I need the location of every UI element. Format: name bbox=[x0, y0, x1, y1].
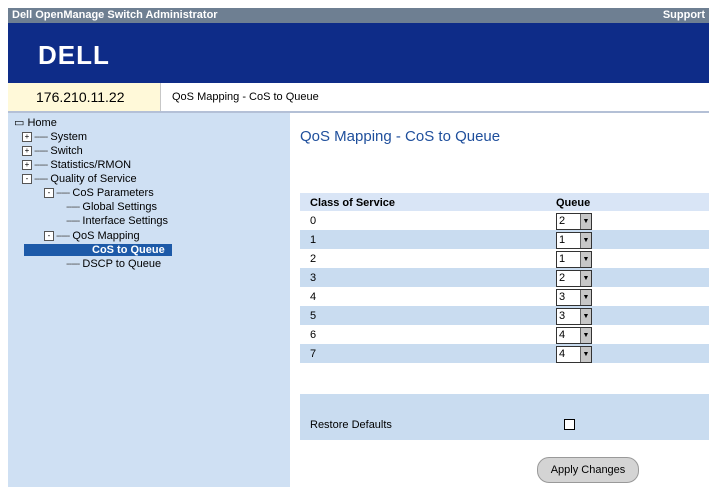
queue-value: 3 bbox=[559, 291, 566, 303]
main-content: QoS Mapping - CoS to Queue Class of Serv… bbox=[290, 113, 709, 487]
tree-label: Quality of Service bbox=[50, 173, 137, 185]
expand-icon[interactable]: + bbox=[22, 160, 32, 171]
queue-value: 3 bbox=[559, 310, 566, 322]
support-link[interactable]: Support bbox=[663, 8, 705, 23]
expand-icon[interactable]: + bbox=[22, 146, 32, 157]
address-bar: 176.210.11.22 QoS Mapping - CoS to Queue bbox=[8, 83, 709, 113]
queue-select[interactable]: 1 ▼ bbox=[556, 251, 592, 268]
queue-value: 1 bbox=[559, 253, 566, 265]
queue-select[interactable]: 2 ▼ bbox=[556, 270, 592, 287]
tree-label: Switch bbox=[50, 145, 83, 157]
queue-value: 4 bbox=[559, 329, 566, 341]
page-title: QoS Mapping - CoS to Queue bbox=[300, 128, 501, 145]
tree-item-qos-mapping[interactable]: - ----- QoS Mapping bbox=[44, 230, 140, 242]
tree-item-statistics-rmon[interactable]: + ----- Statistics/RMON bbox=[22, 159, 131, 171]
cos-value: 6 bbox=[310, 329, 317, 341]
restore-defaults-panel: Restore Defaults bbox=[300, 394, 709, 440]
tree-label: CoS to Queue bbox=[90, 244, 167, 256]
app-title: Dell OpenManage Switch Administrator bbox=[12, 9, 218, 21]
tree-item-cos-parameters[interactable]: - ----- CoS Parameters bbox=[44, 187, 154, 199]
queue-select[interactable]: 4 ▼ bbox=[556, 327, 592, 344]
apply-changes-button[interactable]: Apply Changes bbox=[537, 457, 639, 483]
table-row: 5 3 ▼ bbox=[300, 306, 709, 325]
dropdown-arrow-icon: ▼ bbox=[580, 214, 591, 229]
tree-label: QoS Mapping bbox=[72, 230, 140, 242]
device-ip: 176.210.11.22 bbox=[36, 89, 125, 105]
breadcrumb: QoS Mapping - CoS to Queue bbox=[172, 91, 319, 103]
queue-value: 4 bbox=[559, 348, 566, 360]
table-row: 6 4 ▼ bbox=[300, 325, 709, 344]
queue-value: 2 bbox=[559, 215, 566, 227]
queue-select[interactable]: 3 ▼ bbox=[556, 308, 592, 325]
device-ip-box: 176.210.11.22 bbox=[8, 83, 161, 111]
cos-value: 7 bbox=[310, 348, 317, 360]
table-row: 2 1 ▼ bbox=[300, 249, 709, 268]
title-bar: Dell OpenManage Switch Administrator Sup… bbox=[8, 8, 709, 23]
tree-item-dscp-to-queue[interactable]: ----- DSCP to Queue bbox=[66, 258, 161, 270]
table-row: 3 2 ▼ bbox=[300, 268, 709, 287]
tree-label: System bbox=[50, 131, 88, 143]
dell-logo: DELL bbox=[38, 40, 110, 70]
collapse-icon[interactable]: - bbox=[22, 174, 32, 185]
expand-icon[interactable]: + bbox=[22, 132, 32, 143]
tree-label: Statistics/RMON bbox=[50, 159, 132, 171]
brand-banner: DELL bbox=[8, 23, 709, 83]
navigation-tree: ▭ Home + ----- System + ----- Switch + ----… bbox=[8, 113, 290, 487]
column-header-queue: Queue bbox=[556, 197, 591, 209]
restore-defaults-label: Restore Defaults bbox=[310, 419, 392, 431]
cos-value: 4 bbox=[310, 291, 317, 303]
tree-label: CoS Parameters bbox=[72, 187, 154, 199]
table-row: 7 4 ▼ bbox=[300, 344, 709, 363]
queue-value: 1 bbox=[559, 234, 566, 246]
cos-value: 1 bbox=[310, 234, 317, 246]
tree-item-global-settings[interactable]: ----- Global Settings bbox=[66, 201, 157, 213]
tree-label-home: Home bbox=[27, 117, 57, 129]
queue-select[interactable]: 1 ▼ bbox=[556, 232, 592, 249]
tree-item-home[interactable]: ▭ Home bbox=[14, 117, 57, 129]
tree-label: Interface Settings bbox=[82, 215, 168, 227]
cos-value: 2 bbox=[310, 253, 317, 265]
column-header-cos: Class of Service bbox=[310, 197, 395, 209]
cos-value: 5 bbox=[310, 310, 317, 322]
restore-defaults-checkbox[interactable] bbox=[564, 419, 575, 430]
tree-item-quality-of-service[interactable]: - ----- Quality of Service bbox=[22, 173, 137, 185]
queue-value: 2 bbox=[559, 272, 566, 284]
collapse-icon[interactable]: - bbox=[44, 188, 54, 199]
cos-value: 0 bbox=[310, 215, 317, 227]
table-row: 4 3 ▼ bbox=[300, 287, 709, 306]
dropdown-arrow-icon: ▼ bbox=[580, 252, 591, 267]
dropdown-arrow-icon: ▼ bbox=[580, 309, 591, 324]
queue-select[interactable]: 3 ▼ bbox=[556, 289, 592, 306]
dropdown-arrow-icon: ▼ bbox=[580, 233, 591, 248]
cos-value: 3 bbox=[310, 272, 317, 284]
tree-item-switch[interactable]: + ----- Switch bbox=[22, 145, 83, 157]
tree-label: DSCP to Queue bbox=[82, 258, 162, 270]
queue-select[interactable]: 2 ▼ bbox=[556, 213, 592, 230]
tree-item-interface-settings[interactable]: ----- Interface Settings bbox=[66, 215, 168, 227]
dropdown-arrow-icon: ▼ bbox=[580, 328, 591, 343]
dropdown-arrow-icon: ▼ bbox=[580, 347, 591, 362]
folder-open-icon: ▭ bbox=[14, 117, 25, 129]
tree-label: Global Settings bbox=[82, 201, 157, 213]
dropdown-arrow-icon: ▼ bbox=[580, 271, 591, 286]
table-header: Class of Service Queue bbox=[300, 193, 709, 211]
collapse-icon[interactable]: - bbox=[44, 231, 54, 242]
tree-item-system[interactable]: + ----- System bbox=[22, 131, 87, 143]
table-row: 0 2 ▼ bbox=[300, 211, 709, 230]
tree-item-cos-to-queue[interactable]: CoS to Queue bbox=[24, 244, 172, 256]
dropdown-arrow-icon: ▼ bbox=[580, 290, 591, 305]
queue-select[interactable]: 4 ▼ bbox=[556, 346, 592, 363]
table-row: 1 1 ▼ bbox=[300, 230, 709, 249]
